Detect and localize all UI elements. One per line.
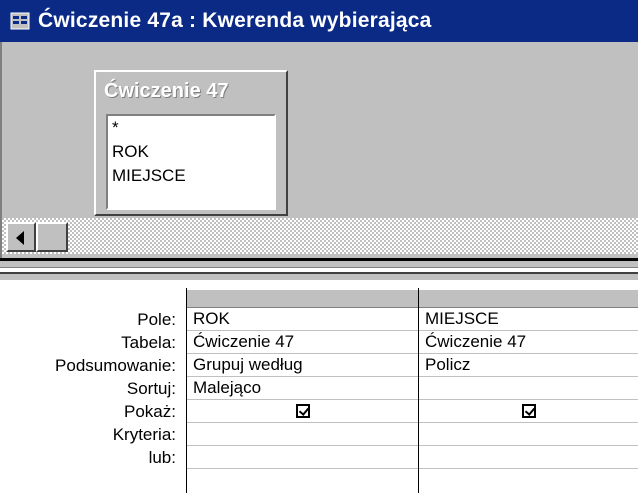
checkbox-checked-icon[interactable] — [295, 404, 310, 418]
window-title: Ćwiczenie 47a : Kwerenda wybierająca — [38, 9, 432, 32]
cell-podsumowanie[interactable]: Policz — [419, 354, 638, 377]
row-labels: Pole: Tabela: Podsumowanie: Sortuj: Poka… — [0, 308, 180, 469]
row-label-pole: Pole: — [137, 310, 176, 329]
cell-kryteria[interactable] — [187, 423, 418, 446]
table-name[interactable]: Ćwiczenie 47 — [104, 80, 229, 103]
cell-pole[interactable]: ROK — [187, 308, 418, 331]
cell-tabela[interactable]: Ćwiczenie 47 — [419, 331, 638, 354]
cell-pokaz — [187, 400, 418, 423]
cell-lub[interactable] — [419, 446, 638, 469]
field-item-miejsce[interactable]: MIEJSCE — [108, 164, 274, 188]
table-field-list-window[interactable]: Ćwiczenie 47 * ROK MIEJSCE — [94, 70, 288, 216]
cell-tabela[interactable]: Ćwiczenie 47 — [187, 331, 418, 354]
row-label-tabela: Tabela: — [121, 333, 176, 352]
pane-splitter[interactable] — [0, 258, 638, 280]
scroll-thumb[interactable] — [36, 222, 68, 252]
table-pane: Ćwiczenie 47 * ROK MIEJSCE — [0, 42, 638, 258]
cell-podsumowanie[interactable]: Grupuj według — [187, 354, 418, 377]
cell-pole[interactable]: MIEJSCE — [419, 308, 638, 331]
row-label-sortuj: Sortuj: — [126, 379, 176, 398]
field-item-all[interactable]: * — [108, 116, 274, 140]
field-item-rok[interactable]: ROK — [108, 140, 274, 164]
row-label-kryteria: Kryteria: — [112, 425, 176, 444]
row-label-pokaz: Pokaż: — [124, 402, 176, 421]
cell-kryteria[interactable] — [419, 423, 638, 446]
cell-lub[interactable] — [187, 446, 418, 469]
query-window-icon[interactable] — [10, 12, 30, 30]
row-label-lub: lub: — [148, 448, 176, 467]
horizontal-scrollbar[interactable] — [2, 218, 638, 254]
grid-column-2: MIEJSCE Ćwiczenie 47 Policz — [418, 288, 638, 493]
scroll-left-arrow-icon — [16, 231, 24, 245]
splitter-bar[interactable] — [0, 267, 638, 274]
checkbox-checked-icon[interactable] — [521, 404, 536, 418]
title-bar[interactable]: Ćwiczenie 47a : Kwerenda wybierająca — [0, 0, 638, 42]
cell-pokaz — [419, 400, 638, 423]
grid-column-1: ROK Ćwiczenie 47 Grupuj według Malejąco — [186, 288, 418, 493]
design-grid: Pole: Tabela: Podsumowanie: Sortuj: Poka… — [0, 280, 638, 493]
cell-sortuj[interactable] — [419, 377, 638, 400]
cell-sortuj[interactable]: Malejąco — [187, 377, 418, 400]
column-selector[interactable] — [419, 288, 638, 308]
row-label-podsumowanie: Podsumowanie: — [55, 356, 176, 375]
column-selector[interactable] — [187, 288, 418, 308]
scroll-left-button[interactable] — [6, 222, 36, 252]
field-list[interactable]: * ROK MIEJSCE — [106, 114, 276, 210]
